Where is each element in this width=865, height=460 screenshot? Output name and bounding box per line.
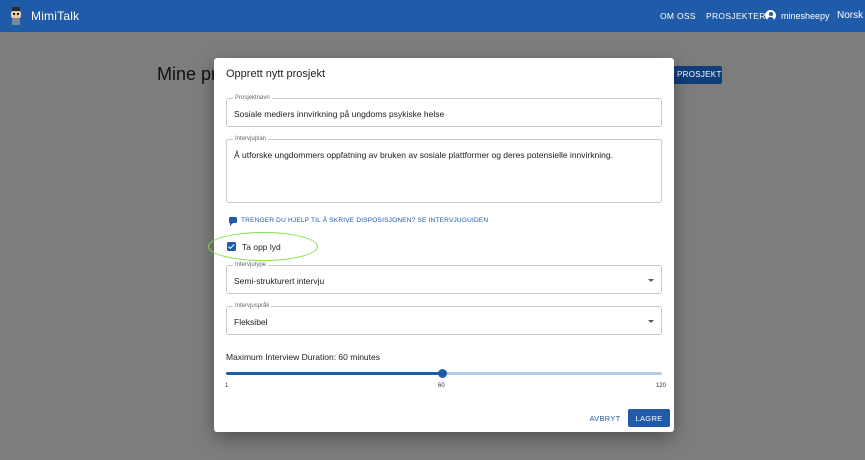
create-project-dialog: Opprett nytt prosjekt Prosjektnavn Sosia…	[208, 58, 674, 432]
interview-plan-label: Intervjuplan	[233, 135, 269, 143]
record-audio-checkbox[interactable]	[227, 242, 236, 251]
interview-language-select[interactable]: Intervjuspråk Fleksibel	[226, 302, 662, 335]
project-name-label: Prosjektnavn	[233, 94, 272, 102]
interview-language-value[interactable]: Fleksibel	[234, 317, 268, 327]
interview-language-label: Intervjuspråk	[233, 302, 272, 310]
save-button[interactable]: LAGRE	[628, 409, 670, 427]
interview-guide-link-text[interactable]: TRENGER DU HJELP TIL Å SKRIVE DISPOSISJO…	[241, 217, 488, 224]
record-audio-label[interactable]: Ta opp lyd	[242, 242, 281, 252]
interview-plan-value[interactable]: Å utforske ungdommers oppfatning av bruk…	[234, 150, 613, 160]
username[interactable]: minesheepy	[781, 11, 830, 21]
cancel-button[interactable]: AVBRYT	[585, 409, 625, 427]
dropdown-arrow-icon[interactable]	[648, 279, 654, 282]
language-selector[interactable]: Norsk	[837, 10, 863, 21]
interview-type-label: Intervjutype	[233, 261, 269, 269]
chat-icon	[229, 217, 237, 226]
record-audio-option[interactable]: Ta opp lyd	[226, 240, 346, 254]
interview-type-select[interactable]: Intervjutype Semi-strukturert intervju	[226, 261, 662, 294]
nav-about[interactable]: OM OSS	[660, 11, 696, 21]
interview-plan-field[interactable]: Intervjuplan Å utforske ungdommers oppfa…	[226, 135, 662, 203]
dropdown-arrow-icon[interactable]	[648, 320, 654, 323]
duration-slider-thumb[interactable]	[437, 369, 447, 378]
page-title: Mine pr	[157, 64, 218, 84]
duration-label: Maximum Interview Duration: 60 minutes	[226, 352, 381, 362]
dialog-title: Opprett nytt prosjekt	[226, 68, 326, 80]
duration-slider[interactable]	[226, 369, 662, 378]
duration-slider-fill	[226, 372, 443, 375]
project-name-field[interactable]: Prosjektnavn Sosiale mediers innvirkning…	[226, 94, 662, 127]
duration-min-label: 1	[225, 383, 229, 389]
nav-projects[interactable]: PROSJEKTER	[706, 11, 766, 21]
app-bar: MimiTalk OM OSS PROSJEKTER minesheepy No…	[0, 0, 865, 32]
account-circle-icon[interactable]	[765, 10, 776, 21]
interview-type-value[interactable]: Semi-strukturert intervju	[234, 276, 324, 286]
duration-value-label: 60	[438, 383, 445, 389]
brand-name[interactable]: MimiTalk	[31, 9, 79, 23]
robot-logo-icon[interactable]	[9, 6, 23, 26]
duration-max-label: 120	[656, 383, 667, 389]
project-name-value[interactable]: Sosiale mediers innvirkning på ungdoms p…	[234, 109, 444, 119]
